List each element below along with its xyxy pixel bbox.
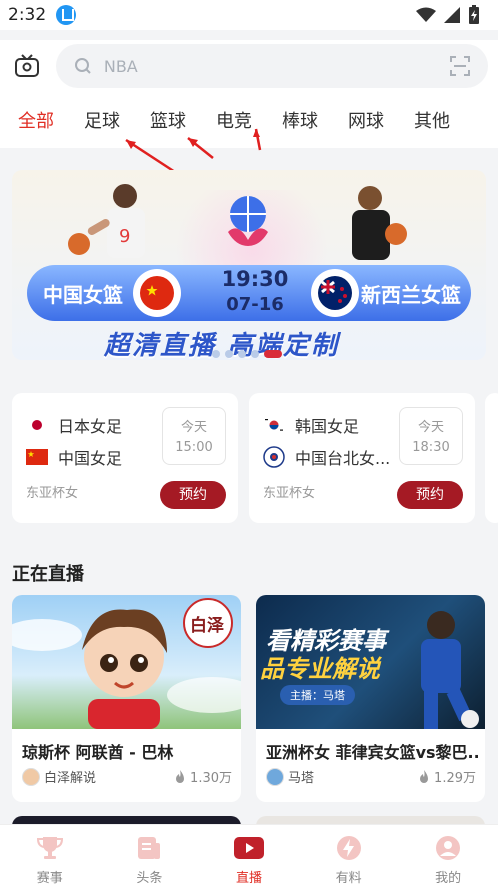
live-card[interactable]: 看精彩赛事 品专业解说 主播：马塔 亚洲杯女 菲律宾女篮vs黎巴... 马塔 1…: [256, 595, 485, 802]
live-section-title: 正在直播: [12, 564, 84, 585]
team1-name: 日本女足: [58, 417, 123, 436]
reserve-button[interactable]: 预约: [397, 481, 463, 509]
china-flag-icon: [26, 449, 48, 465]
home-team-name: 中国女篮: [43, 282, 123, 307]
streamer-name: 白泽解说: [44, 771, 97, 786]
profile-icon: [436, 836, 461, 860]
match-league: 东亚杯女: [263, 486, 316, 501]
banner-match-time: 19:30 07-16: [221, 267, 289, 315]
match-team-row: 中国女足: [26, 445, 122, 469]
match-league: 东亚杯女: [26, 486, 79, 501]
team2-name: 中国台北女...: [295, 449, 391, 468]
news-icon: [138, 837, 161, 859]
promo-text-2: 品专业解说: [260, 655, 380, 683]
match-card-peek[interactable]: [485, 393, 498, 523]
viewer-count: 1.30万: [174, 767, 232, 786]
team2-name: 中国女足: [58, 449, 123, 468]
bolt-icon: [336, 836, 361, 860]
match-card[interactable]: 韩国女足 中国台北女... 今天 18:30 东亚杯女 预约: [249, 393, 475, 523]
nav-materials[interactable]: 有料: [299, 825, 399, 896]
player-right-image: [352, 186, 407, 260]
nav-events[interactable]: 赛事: [0, 825, 100, 896]
nav-live[interactable]: 直播: [199, 825, 299, 896]
nav-news[interactable]: 头条: [100, 825, 200, 896]
fire-icon: [420, 769, 429, 783]
live-title: 琼斯杯 阿联酋 - 巴林: [22, 743, 174, 762]
live-thumbnail: 白泽: [12, 595, 241, 729]
match-time-box: 今天 18:30: [399, 407, 463, 465]
chinese-taipei-flag-icon: [263, 446, 285, 468]
china-flag-icon: [133, 269, 181, 317]
team-logo-image: [228, 196, 268, 246]
live-thumbnail: 看精彩赛事 品专业解说 主播：马塔: [256, 595, 485, 729]
svg-text:9: 9: [119, 226, 130, 247]
fire-icon: [176, 769, 185, 783]
match-team-row: 韩国女足: [263, 413, 359, 437]
viewer-count: 1.29万: [418, 767, 476, 786]
featured-banner[interactable]: 9 中国女篮 新西兰女篮 19:30 07-16 超清直播 高端定制: [12, 170, 486, 360]
nav-profile[interactable]: 我的: [398, 825, 498, 896]
match-card[interactable]: 日本女足 中国女足 今天 15:00 东亚杯女 预约: [12, 393, 238, 523]
streamer-badge: 白泽: [190, 616, 224, 636]
streamer-name: 马塔: [288, 771, 315, 786]
match-team-row: 日本女足: [26, 413, 122, 437]
play-icon: [233, 837, 264, 859]
new-zealand-flag-icon: [311, 269, 359, 317]
streamer-tag: 主播：马塔: [280, 685, 355, 705]
avatar: [22, 767, 40, 786]
live-meta: 马塔 1.29万: [266, 767, 476, 786]
trophy-icon: [36, 837, 63, 859]
korea-flag-icon: [263, 417, 285, 433]
live-title: 亚洲杯女 菲律宾女篮vs黎巴...: [266, 743, 478, 762]
live-card[interactable]: 白泽 琼斯杯 阿联酋 - 巴林 白泽解说 1.30万: [12, 595, 241, 802]
match-time-box: 今天 15:00: [162, 407, 226, 465]
away-team-name: 新西兰女篮: [361, 282, 461, 307]
player-left-image: 9: [68, 184, 145, 258]
japan-flag-icon: [26, 417, 48, 433]
team1-name: 韩国女足: [295, 417, 360, 436]
match-team-row: 中国台北女...: [263, 445, 390, 469]
carousel-indicator: [212, 350, 282, 358]
bottom-nav: 赛事 头条 直播 有料 我的: [0, 824, 498, 896]
reserve-button[interactable]: 预约: [160, 481, 226, 509]
avatar: [266, 767, 284, 786]
live-meta: 白泽解说 1.30万: [22, 767, 232, 786]
